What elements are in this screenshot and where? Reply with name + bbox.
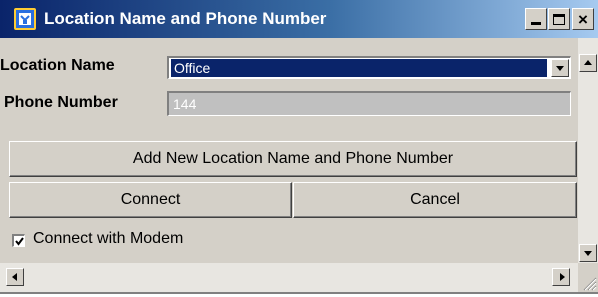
location-name-select[interactable]: Office bbox=[167, 56, 571, 79]
phone-number-field[interactable]: 144 bbox=[167, 91, 571, 116]
scroll-right-button[interactable] bbox=[552, 268, 570, 286]
arrow-up-icon bbox=[584, 60, 592, 65]
cancel-button[interactable]: Cancel bbox=[293, 182, 577, 218]
maximize-button[interactable] bbox=[548, 8, 570, 30]
scroll-up-button[interactable] bbox=[579, 54, 597, 72]
close-button[interactable]: × bbox=[572, 8, 594, 30]
location-name-value[interactable]: Office bbox=[170, 58, 548, 78]
add-location-button[interactable]: Add New Location Name and Phone Number bbox=[9, 141, 577, 177]
arrow-left-icon bbox=[12, 273, 17, 281]
title-bar[interactable]: Location Name and Phone Number × bbox=[0, 0, 598, 38]
arrow-down-icon bbox=[584, 251, 592, 256]
checkmark-icon bbox=[15, 237, 24, 246]
connect-with-modem-checkbox[interactable] bbox=[12, 234, 25, 247]
location-name-label: Location Name bbox=[0, 57, 115, 74]
window-title: Location Name and Phone Number bbox=[44, 9, 327, 28]
scroll-left-button[interactable] bbox=[6, 268, 24, 286]
minimize-icon bbox=[531, 22, 541, 25]
dialog-window: Location Name and Phone Number × Locatio… bbox=[0, 0, 598, 294]
maximize-icon bbox=[553, 13, 565, 25]
dropdown-button[interactable] bbox=[551, 59, 569, 77]
resize-grip-icon[interactable] bbox=[578, 263, 598, 292]
app-icon[interactable] bbox=[14, 8, 36, 30]
connect-button[interactable]: Connect bbox=[9, 182, 292, 218]
phone-number-label: Phone Number bbox=[4, 94, 118, 111]
horizontal-scrollbar[interactable] bbox=[0, 263, 578, 292]
scroll-down-button[interactable] bbox=[579, 244, 597, 262]
connect-with-modem-label: Connect with Modem bbox=[33, 230, 184, 247]
close-icon: × bbox=[578, 9, 588, 29]
minimize-button[interactable] bbox=[525, 8, 547, 30]
chevron-down-icon bbox=[556, 66, 564, 71]
vertical-scrollbar[interactable] bbox=[578, 38, 598, 263]
arrow-right-icon bbox=[560, 273, 565, 281]
